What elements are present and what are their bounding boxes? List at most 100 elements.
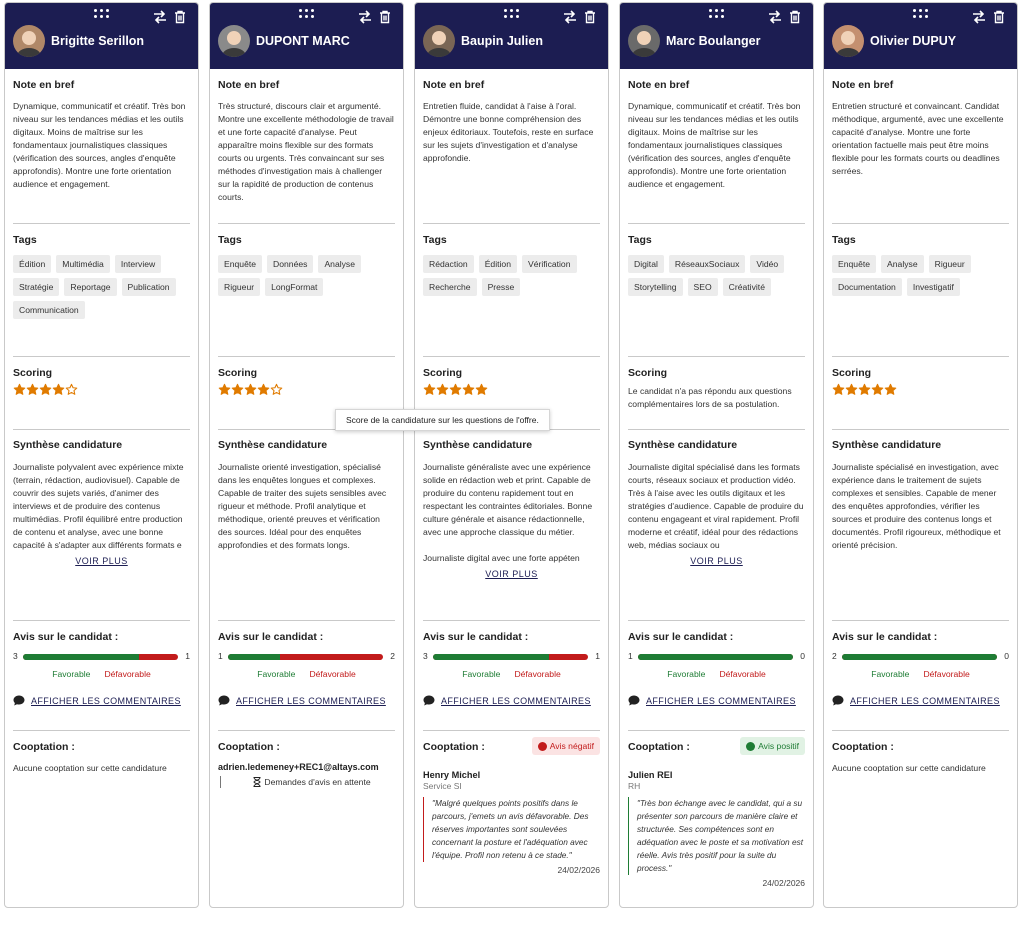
- card-header: DUPONT MARC: [210, 3, 403, 69]
- tags-title: Tags: [628, 234, 652, 246]
- avis-bar-favorable: [638, 654, 793, 660]
- drag-handle-icon[interactable]: [708, 9, 725, 19]
- note-title: Note en bref: [218, 79, 280, 91]
- cooptation-title: Cooptation :: [218, 741, 280, 753]
- cooptation-empty-text: Aucune cooptation sur cette candidature: [832, 763, 986, 773]
- star-filled-icon: [244, 383, 257, 395]
- swap-icon[interactable]: [767, 9, 783, 25]
- reviewer-role: Service SI: [423, 781, 462, 791]
- tags-section: Tags Édition Multimédia Interview Stratégie R…: [13, 234, 190, 319]
- tags-section: Tags Enquête Données Analyse Rigueur LongForm…: [218, 234, 395, 296]
- synthese-section: Synthèse candidature Journaliste générali…: [423, 439, 600, 579]
- afficher-commentaires-label: AFFICHER LES COMMENTAIRES: [441, 695, 591, 706]
- afficher-commentaires-link[interactable]: AFFICHER LES COMMENTAIRES: [423, 695, 600, 706]
- tag: Créativité: [722, 278, 771, 296]
- drag-handle-icon[interactable]: [912, 9, 929, 19]
- tag: Multimédia: [56, 255, 110, 273]
- swap-icon[interactable]: [357, 9, 373, 25]
- cooptation-empty-text: Aucune cooptation sur cette candidature: [13, 763, 167, 773]
- scoring-section: Scoring: [218, 367, 395, 396]
- drag-handle-icon[interactable]: [503, 9, 520, 19]
- avis-badge-label: Avis positif: [758, 741, 799, 751]
- afficher-commentaires-link[interactable]: AFFICHER LES COMMENTAIRES: [218, 695, 395, 706]
- avis-bar-row: 31: [13, 651, 190, 663]
- drag-handle-icon[interactable]: [93, 9, 110, 19]
- tag: Communication: [13, 301, 85, 319]
- tag: LongFormat: [265, 278, 324, 296]
- avis-bar: [638, 654, 793, 660]
- synthese-title: Synthèse candidature: [628, 439, 738, 451]
- synthese-section: Synthèse candidature Journaliste polyvale…: [13, 439, 190, 566]
- afficher-commentaires-link[interactable]: AFFICHER LES COMMENTAIRES: [13, 695, 190, 706]
- header-actions: [357, 9, 393, 25]
- star-rating[interactable]: [13, 383, 190, 396]
- note-title: Note en bref: [423, 79, 485, 91]
- defavorable-count: 0: [1004, 651, 1009, 661]
- voir-plus-link[interactable]: VOIR PLUS: [423, 569, 600, 579]
- cooptation-section: Cooptation : Aucune cooptation sur cette …: [832, 741, 1009, 775]
- swap-icon[interactable]: [971, 9, 987, 25]
- scoring-section: Scoring: [832, 367, 1009, 396]
- trash-icon[interactable]: [172, 9, 188, 25]
- star-rating[interactable]: [423, 383, 600, 396]
- header-actions: [152, 9, 188, 25]
- avis-section: Avis sur le candidat :3 1 Favorable Défavor…: [423, 631, 600, 706]
- afficher-commentaires-label: AFFICHER LES COMMENTAIRES: [236, 695, 386, 706]
- star-rating[interactable]: [832, 383, 1009, 396]
- drag-handle-icon[interactable]: [298, 9, 315, 19]
- avatar: [628, 25, 660, 57]
- avatar: [423, 25, 455, 57]
- cooptation-section: Cooptation : Aucune cooptation sur cette …: [13, 741, 190, 775]
- reviewer-quote: "Très bon échange avec le candidat, qui …: [628, 797, 805, 875]
- synthese-text: Journaliste digital spécialisé dans les …: [628, 462, 804, 550]
- trash-icon[interactable]: [377, 9, 393, 25]
- avis-legend: Favorable Défavorable: [628, 669, 805, 679]
- avis-bar: [842, 654, 997, 660]
- tags-section: Tags Enquête Analyse Rigueur Documentation In…: [832, 234, 1009, 296]
- star-filled-icon: [257, 383, 270, 395]
- voir-plus-link[interactable]: VOIR PLUS: [13, 556, 190, 566]
- afficher-commentaires-link[interactable]: AFFICHER LES COMMENTAIRES: [832, 695, 1009, 706]
- legend-favorable: Favorable: [257, 669, 296, 679]
- afficher-commentaires-link[interactable]: AFFICHER LES COMMENTAIRES: [628, 695, 805, 706]
- candidate-card: Baupin Julien Note en bref Entretien fluid…: [414, 2, 609, 908]
- card-header: Baupin Julien: [415, 3, 608, 69]
- trash-icon[interactable]: [787, 9, 803, 25]
- divider: [423, 223, 600, 224]
- trash-icon[interactable]: [991, 9, 1007, 25]
- card-header: Olivier DUPUY: [824, 3, 1017, 69]
- tag: Rigueur: [218, 278, 261, 296]
- trash-icon[interactable]: [582, 9, 598, 25]
- scoring-title: Scoring: [832, 367, 872, 379]
- avis-title: Avis sur le candidat :: [628, 631, 734, 643]
- avis-bar-row: 31: [423, 651, 600, 663]
- divider: [13, 730, 190, 731]
- reviewer-role: RH: [628, 781, 641, 791]
- legend-defavorable: Défavorable: [514, 669, 561, 679]
- tag: Rigueur: [928, 255, 971, 273]
- avatar: [218, 25, 250, 57]
- star-rating[interactable]: [218, 383, 395, 396]
- tag-list: Enquête Données Analyse Rigueur LongFormat: [218, 255, 395, 296]
- voir-plus-link[interactable]: VOIR PLUS: [628, 556, 805, 566]
- divider: [218, 730, 395, 731]
- swap-icon[interactable]: [562, 9, 578, 25]
- note-title: Note en bref: [628, 79, 690, 91]
- avis-section: Avis sur le candidat :1 2 Favorable Défavor…: [218, 631, 395, 706]
- legend-defavorable: Défavorable: [719, 669, 766, 679]
- tags-title: Tags: [13, 234, 37, 246]
- swap-icon[interactable]: [152, 9, 168, 25]
- comment-icon: [218, 695, 230, 706]
- avis-bar: [433, 654, 588, 660]
- legend-favorable: Favorable: [52, 669, 91, 679]
- star-filled-icon: [52, 383, 65, 395]
- scoring-title: Scoring: [13, 367, 53, 379]
- tag: Digital: [628, 255, 664, 273]
- star-filled-icon: [871, 383, 884, 395]
- tag-list: Édition Multimédia Interview Stratégie Repor…: [13, 255, 190, 319]
- tags-section: Tags Rédaction Édition Vérification Recherch…: [423, 234, 600, 296]
- avis-bar-favorable: [23, 654, 140, 660]
- tag: Rédaction: [423, 255, 474, 273]
- check-circle-icon: [746, 741, 756, 751]
- tag: Investigatif: [906, 278, 960, 296]
